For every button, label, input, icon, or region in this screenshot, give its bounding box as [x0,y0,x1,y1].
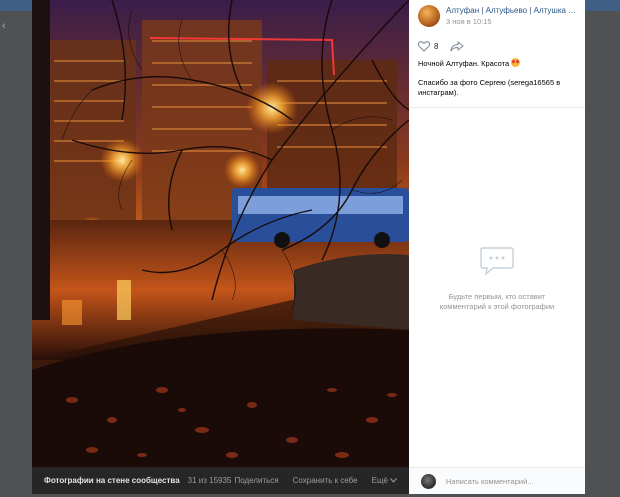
divider [409,107,585,108]
album-link[interactable]: Фотографии на стене сообщества [44,476,180,485]
share-icon[interactable] [450,41,465,52]
prev-arrow-icon[interactable]: ‹ [2,20,6,32]
empty-comments: Будьте первым, кто оставит комментарий к… [409,245,585,312]
save-photo-button[interactable]: Сохранить к себе [293,476,358,485]
group-avatar[interactable] [418,5,440,27]
heart-icon[interactable] [418,41,430,52]
photo-footer: Фотографии на стене сообщества 31 из 159… [32,467,409,494]
post-header: Алтуфан | Алтуфьево | Алтушка | С... 3 н… [409,0,585,32]
overlay-backdrop-left[interactable] [0,11,32,497]
post-meta: Алтуфан | Алтуфьево | Алтушка | С... 3 н… [446,6,578,26]
photo-side-panel: Алтуфан | Алтуфьево | Алтушка | С... 3 н… [409,0,585,494]
share-photo-button[interactable]: Поделиться [234,476,278,485]
photo-counter: 31 из 15935 [187,476,232,485]
empty-comments-text: Будьте первым, кто оставит комментарий к… [439,292,555,311]
like-count[interactable]: 8 [434,42,438,51]
chevron-down-icon [390,478,397,483]
comment-bar [409,467,585,494]
post-text-line-1: Ночной Алтуфан. Красота [418,59,510,68]
user-avatar[interactable] [421,473,436,489]
group-name-link[interactable]: Алтуфан | Алтуфьево | Алтушка | С... [446,6,578,15]
comment-input[interactable] [446,476,576,486]
chat-bubble-icon [479,245,515,282]
photo-image[interactable] [32,0,409,467]
overlay-backdrop-right[interactable] [585,11,620,497]
post-text-line-2: Спасибо за фото Сергею (serega16565 в ин… [418,78,561,97]
heart-eyes-emoji-icon [511,58,521,67]
photo-viewer[interactable] [32,0,409,467]
more-label: Ещё [371,476,388,485]
post-actions: 8 [418,41,465,52]
more-button[interactable]: Ещё [372,476,397,485]
post-date[interactable]: 3 ноя в 10:15 [446,17,578,26]
post-text: Ночной Алтуфан. Красота Спасибо за фото … [418,58,578,98]
